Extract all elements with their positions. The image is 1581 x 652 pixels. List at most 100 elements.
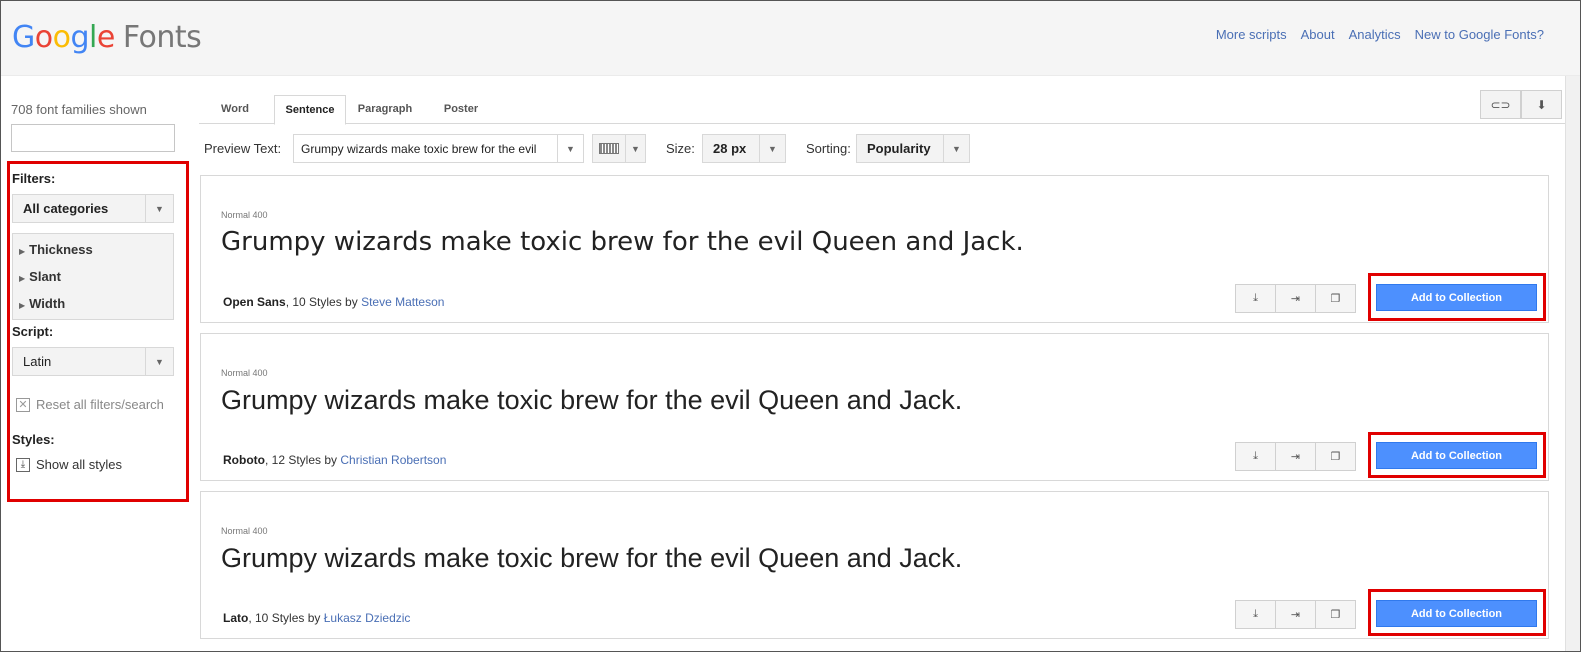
add-to-collection-button[interactable]: Add to Collection [1376, 284, 1537, 311]
script-label: Script: [12, 324, 54, 339]
font-styles-count: , 10 Styles by [248, 611, 324, 625]
size-value: 28 px [713, 141, 747, 156]
add-to-collection-button[interactable]: Add to Collection [1376, 600, 1537, 627]
font-card-lato: Normal 400 Grumpy wizards make toxic bre… [200, 491, 1549, 639]
expand-styles-icon[interactable]: ⤓ [1235, 600, 1276, 629]
keyboard-icon [599, 143, 619, 154]
triangle-right-icon: ▶ [19, 274, 26, 283]
pop-out-icon[interactable]: ❐ [1315, 284, 1356, 313]
expand-styles-icon[interactable]: ⤓ [1235, 284, 1276, 313]
logo-letter: l [89, 20, 97, 55]
font-count: 708 font families shown [11, 102, 147, 117]
font-author-link[interactable]: Christian Robertson [340, 453, 446, 467]
chevron-down-icon: ▼ [557, 135, 583, 162]
font-sample-text: Grumpy wizards make toxic brew for the e… [221, 227, 1024, 257]
font-action-buttons: ⤓ ⇥ ❐ [1235, 284, 1356, 313]
logo-letter: G [12, 20, 35, 55]
new-to-google-fonts-link[interactable]: New to Google Fonts? [1415, 27, 1544, 42]
show-all-styles-label: Show all styles [36, 457, 122, 472]
font-author-link[interactable]: Steve Matteson [361, 295, 444, 309]
google-fonts-logo[interactable]: Google Fonts [12, 19, 202, 57]
chevron-down-icon: ▼ [625, 135, 645, 162]
thickness-label: Thickness [29, 242, 93, 257]
tab-paragraph[interactable]: Paragraph [349, 95, 421, 124]
font-styles-count: , 10 Styles by [285, 295, 362, 309]
about-link[interactable]: About [1301, 27, 1335, 42]
browser-frame: Google Fonts More scripts About Analytics… [0, 0, 1581, 652]
font-meta: Open Sans, 10 Styles by Steve Matteson [223, 295, 444, 309]
script-select[interactable]: Latin ▼ [12, 347, 174, 376]
reset-filters-label: Reset all filters/search [36, 397, 164, 412]
download-icon[interactable]: ⬇ [1521, 90, 1562, 119]
logo-letter: g [70, 20, 90, 55]
link-icon[interactable]: ⊂⊃ [1480, 90, 1521, 119]
font-name: Open Sans [223, 295, 286, 309]
vertical-scrollbar[interactable] [1565, 76, 1580, 651]
quick-use-icon[interactable]: ⇥ [1275, 442, 1316, 471]
preview-text-label: Preview Text: [204, 141, 282, 156]
tab-poster[interactable]: Poster [431, 95, 491, 124]
category-select[interactable]: All categories ▼ [12, 194, 174, 223]
sorting-value: Popularity [867, 141, 931, 156]
logo-letter: o [52, 20, 71, 55]
slant-filter[interactable]: ▶ Slant [19, 269, 61, 284]
reset-filters[interactable]: ✕ Reset all filters/search [16, 397, 164, 412]
expand-styles-icon[interactable]: ⤓ [1235, 442, 1276, 471]
quick-use-icon[interactable]: ⇥ [1275, 600, 1316, 629]
font-weight-label: Normal 400 [221, 210, 268, 220]
chevron-down-icon: ▼ [145, 348, 173, 375]
show-all-styles[interactable]: ⤓ Show all styles [16, 457, 122, 472]
font-action-buttons: ⤓ ⇥ ❐ [1235, 600, 1356, 629]
script-select-value: Latin [23, 354, 52, 369]
analytics-link[interactable]: Analytics [1349, 27, 1401, 42]
preview-mode-tabs: Word Sentence Paragraph Poster [199, 95, 1567, 125]
preview-text-value: Grumpy wizards make toxic brew for the e… [301, 141, 537, 156]
quick-use-icon[interactable]: ⇥ [1275, 284, 1316, 313]
font-card-roboto: Normal 400 Grumpy wizards make toxic bre… [200, 333, 1549, 481]
top-nav: More scripts About Analytics New to Goog… [1216, 27, 1544, 42]
add-to-collection-button[interactable]: Add to Collection [1376, 442, 1537, 469]
more-scripts-link[interactable]: More scripts [1216, 27, 1287, 42]
triangle-right-icon: ▶ [19, 247, 26, 256]
font-action-buttons: ⤓ ⇥ ❐ [1235, 442, 1356, 471]
font-name: Roboto [223, 453, 265, 467]
pop-out-icon[interactable]: ❐ [1315, 442, 1356, 471]
chevron-down-icon: ▼ [145, 195, 173, 222]
pop-out-icon[interactable]: ❐ [1315, 600, 1356, 629]
font-name: Lato [223, 611, 249, 625]
font-weight-label: Normal 400 [221, 368, 268, 378]
font-styles-count: , 12 Styles by [264, 453, 341, 467]
width-filter[interactable]: ▶ Width [19, 296, 65, 311]
keyboard-select[interactable]: ▼ [592, 134, 646, 163]
sorting-select[interactable]: Popularity ▼ [856, 134, 970, 163]
font-meta: Lato, 10 Styles by Łukasz Dziedzic [223, 611, 410, 625]
top-action-buttons: ⊂⊃ ⬇ [1480, 90, 1562, 119]
sorting-label: Sorting: [806, 141, 851, 156]
logo-letter: e [96, 20, 115, 55]
slant-label: Slant [29, 269, 61, 284]
search-input[interactable] [11, 124, 175, 152]
chevron-down-icon: ▼ [943, 135, 969, 162]
font-sample-text: Grumpy wizards make toxic brew for the e… [221, 385, 963, 415]
logo-letter: o [34, 20, 53, 55]
tab-sentence[interactable]: Sentence [274, 95, 346, 125]
close-icon: ✕ [16, 397, 30, 412]
chevron-down-icon: ▼ [759, 135, 785, 162]
triangle-right-icon: ▶ [19, 301, 26, 310]
font-weight-label: Normal 400 [221, 526, 268, 536]
width-label: Width [29, 296, 66, 311]
filters-label: Filters: [12, 171, 56, 186]
size-select[interactable]: 28 px ▼ [702, 134, 786, 163]
size-label: Size: [666, 141, 695, 156]
category-select-value: All categories [23, 201, 109, 216]
font-sample-text: Grumpy wizards make toxic brew for the e… [221, 543, 963, 573]
thickness-filter[interactable]: ▶ Thickness [19, 242, 93, 257]
font-meta: Roboto, 12 Styles by Christian Robertson [223, 453, 446, 467]
filter-accordion: ▶ Thickness ▶ Slant ▶ Width [12, 233, 174, 320]
tab-word[interactable]: Word [207, 95, 263, 124]
preview-text-select[interactable]: Grumpy wizards make toxic brew for the e… [293, 134, 584, 163]
font-author-link[interactable]: Łukasz Dziedzic [324, 611, 411, 625]
font-card-open-sans: Normal 400 Grumpy wizards make toxic bre… [200, 175, 1549, 323]
styles-label: Styles: [12, 432, 55, 447]
expand-styles-icon: ⤓ [16, 457, 30, 472]
